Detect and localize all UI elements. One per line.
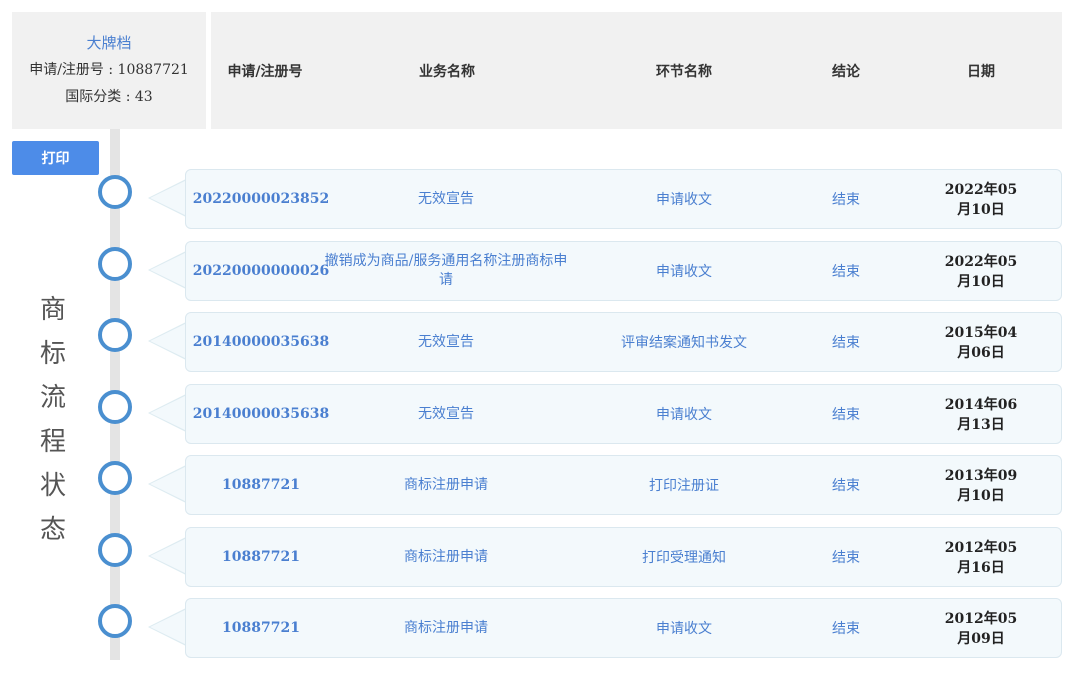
column-header-reg-no: 申请/注册号 [227,64,303,80]
cell-result: 结束 [832,550,860,566]
timeline-row[interactable]: 20220000000026 撤销成为商品/服务通用名称注册商标申请 申请收文 结束 2… [185,241,1062,301]
cell-date: 2015年04月06日 [944,325,1018,361]
trademark-summary: 大牌档 申请/注册号 : 10887721 国际分类 : 43 [12,12,206,129]
column-header-business: 业务名称 [419,64,475,80]
column-header-date: 日期 [967,64,995,80]
cell-stage: 打印受理通知 [642,550,726,566]
cell-business: 撤销成为商品/服务通用名称注册商标申请 [324,253,568,288]
cell-business: 无效宣告 [418,190,474,207]
cell-date: 2013年09月10日 [944,468,1018,504]
print-button[interactable]: 打印 [12,141,99,175]
cell-result: 结束 [832,407,860,423]
cell-business: 无效宣告 [418,405,474,422]
cell-reg-no: 20140000035638 [192,406,330,422]
cell-business: 无效宣告 [418,333,474,350]
timeline-row[interactable]: 20140000035638 无效宣告 申请收文 结束 2014年06月13日 [185,384,1062,444]
cell-date: 2022年05月10日 [944,182,1018,218]
international-class: 国际分类 : 43 [65,89,153,105]
cell-date: 2022年05月10日 [944,254,1018,290]
cell-result: 结束 [832,478,860,494]
cell-business: 商标注册申请 [404,619,488,636]
cell-stage: 申请收文 [656,264,712,280]
cell-reg-no: 10887721 [222,549,300,565]
timeline-row[interactable]: 20140000035638 无效宣告 评审结案通知书发文 结束 2015年04月06日 [185,312,1062,372]
cell-reg-no: 10887721 [222,620,300,636]
timeline-pointer [148,321,189,361]
timeline-node [98,533,132,567]
timeline-pointer [148,536,189,576]
timeline-row[interactable]: 20220000023852 无效宣告 申请收文 结束 2022年05月10日 [185,169,1062,229]
timeline-node [98,390,132,424]
cell-stage: 申请收文 [656,407,712,423]
cell-reg-no: 20220000023852 [192,191,330,207]
cell-reg-no: 20140000035638 [192,334,330,350]
column-header-stage: 环节名称 [656,64,712,80]
timeline-pointer [148,393,189,433]
timeline-row[interactable]: 10887721 商标注册申请 打印注册证 结束 2013年09月10日 [185,455,1062,515]
cell-business: 商标注册申请 [404,476,488,493]
timeline-pointer [148,250,189,290]
cell-reg-no: 20220000000026 [192,263,330,279]
cell-stage: 申请收文 [656,621,712,637]
cell-reg-no: 10887721 [222,477,300,493]
cell-stage: 评审结案通知书发文 [621,335,747,351]
cell-date: 2012年05月16日 [944,540,1018,576]
brand-name: 大牌档 [86,34,132,52]
cell-date: 2014年06月13日 [944,397,1018,433]
timeline-pointer [148,464,189,504]
timeline-node [98,461,132,495]
registration-number: 申请/注册号 : 10887721 [29,62,189,78]
cell-business: 商标注册申请 [404,548,488,565]
timeline-node [98,318,132,352]
cell-result: 结束 [832,621,860,637]
side-title: 商 标 流 程 状 态 [39,295,66,545]
timeline-node [98,604,132,638]
timeline-node [98,175,132,209]
timeline-row[interactable]: 10887721 商标注册申请 打印受理通知 结束 2012年05月16日 [185,527,1062,587]
timeline-node [98,247,132,281]
column-header-result: 结论 [832,64,860,80]
cell-result: 结束 [832,264,860,280]
cell-result: 结束 [832,335,860,351]
timeline-pointer [148,607,189,647]
cell-stage: 打印注册证 [649,478,719,494]
cell-stage: 申请收文 [656,192,712,208]
timeline-pointer [148,178,189,218]
timeline-row[interactable]: 10887721 商标注册申请 申请收文 结束 2012年05月09日 [185,598,1062,658]
cell-result: 结束 [832,192,860,208]
table-header: 申请/注册号 业务名称 环节名称 结论 日期 [211,12,1062,129]
cell-date: 2012年05月09日 [944,611,1018,647]
